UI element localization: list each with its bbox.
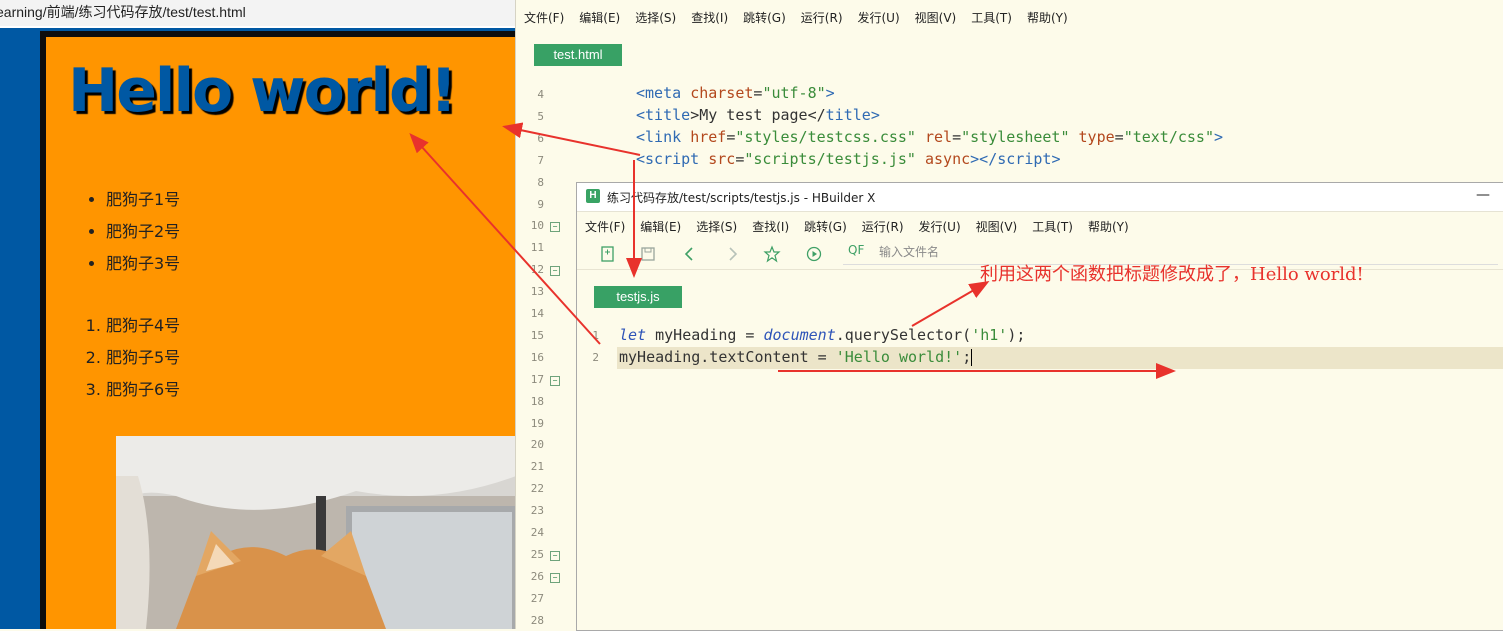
line-number: 8 bbox=[537, 176, 544, 189]
line-number: 27 bbox=[530, 592, 544, 605]
fold-toggle-icon[interactable]: − bbox=[550, 222, 560, 232]
line-number: 9 bbox=[537, 198, 544, 211]
menu-bar: 文件(F) 编辑(E) 选择(S) 查找(I) 跳转(G) 运行(R) 发行(U… bbox=[524, 9, 1083, 26]
list-item: 肥狗子3号 bbox=[106, 248, 180, 280]
line-number: 15 bbox=[530, 329, 544, 342]
forward-icon[interactable] bbox=[723, 245, 741, 263]
line-number: 21 bbox=[530, 460, 544, 473]
line-number: 25 bbox=[530, 548, 544, 561]
menu-goto[interactable]: 跳转(G) bbox=[804, 218, 847, 235]
js-code-line-2[interactable]: myHeading.textContent = 'Hello world!'; bbox=[619, 348, 973, 366]
fold-toggle-icon[interactable]: − bbox=[550, 573, 560, 583]
ordered-list: 肥狗子4号 肥狗子5号 肥狗子6号 bbox=[68, 310, 180, 406]
line-number: 5 bbox=[537, 110, 544, 123]
cat-photo bbox=[116, 436, 515, 629]
line-number: 10 bbox=[530, 219, 544, 232]
cat-photo-illustration bbox=[116, 436, 515, 629]
file-search-input[interactable] bbox=[879, 243, 1479, 261]
menu-file[interactable]: 文件(F) bbox=[524, 9, 564, 26]
window-title: 练习代码存放/test/scripts/testjs.js - HBuilder… bbox=[607, 191, 876, 205]
code-line-4: <meta charset="utf-8"> bbox=[636, 84, 835, 102]
tab-testjs[interactable]: testjs.js bbox=[594, 286, 682, 308]
run-icon[interactable] bbox=[805, 245, 823, 263]
fold-toggle-icon[interactable]: − bbox=[550, 266, 560, 276]
line-number: 24 bbox=[530, 526, 544, 539]
text-cursor bbox=[971, 349, 973, 366]
annotation-text: 利用这两个函数把标题修改成了，Hello world! bbox=[980, 264, 1364, 285]
search-icon: QF bbox=[848, 243, 865, 257]
line-number: 11 bbox=[530, 241, 544, 254]
menu-view[interactable]: 视图(V) bbox=[915, 9, 957, 26]
menu-view[interactable]: 视图(V) bbox=[976, 218, 1018, 235]
line-number: 26 bbox=[530, 570, 544, 583]
back-icon[interactable] bbox=[681, 245, 699, 263]
menu-file[interactable]: 文件(F) bbox=[585, 218, 625, 235]
new-file-icon[interactable] bbox=[599, 245, 617, 263]
line-number: 1 bbox=[592, 329, 599, 342]
menu-publish[interactable]: 发行(U) bbox=[919, 218, 961, 235]
editor-front-window: H 练习代码存放/test/scripts/testjs.js - HBuild… bbox=[576, 182, 1503, 631]
hbuilder-logo-icon: H bbox=[586, 189, 600, 203]
line-number: 7 bbox=[537, 154, 544, 167]
star-icon[interactable] bbox=[763, 245, 781, 263]
title-bar: H 练习代码存放/test/scripts/testjs.js - HBuild… bbox=[577, 183, 1503, 212]
browser-preview: earning/前端/练习代码存放/test/test.html Hello w… bbox=[0, 0, 515, 629]
save-icon[interactable] bbox=[639, 245, 657, 263]
minimize-icon[interactable]: — bbox=[1476, 187, 1490, 203]
page-heading: Hello world! bbox=[68, 56, 457, 126]
address-text: earning/前端/练习代码存放/test/test.html bbox=[0, 4, 246, 20]
js-code-line-1: let myHeading = document.querySelector('… bbox=[619, 326, 1026, 344]
menu-goto[interactable]: 跳转(G) bbox=[743, 9, 786, 26]
line-number: 2 bbox=[592, 351, 599, 364]
line-number: 6 bbox=[537, 132, 544, 145]
menu-run[interactable]: 运行(R) bbox=[801, 9, 843, 26]
address-bar[interactable]: earning/前端/练习代码存放/test/test.html bbox=[0, 0, 515, 26]
line-number: 22 bbox=[530, 482, 544, 495]
list-item: 肥狗子4号 bbox=[106, 310, 180, 342]
menu-bar: 文件(F) 编辑(E) 选择(S) 查找(I) 跳转(G) 运行(R) 发行(U… bbox=[585, 218, 1144, 235]
menu-help[interactable]: 帮助(Y) bbox=[1088, 218, 1129, 235]
line-number: 18 bbox=[530, 395, 544, 408]
line-number: 14 bbox=[530, 307, 544, 320]
line-number: 23 bbox=[530, 504, 544, 517]
line-number: 12 bbox=[530, 263, 544, 276]
code-line-5: <title>My test page</title> bbox=[636, 106, 880, 124]
list-item: 肥狗子6号 bbox=[106, 374, 180, 406]
line-number: 28 bbox=[530, 614, 544, 627]
unordered-list: 肥狗子1号 肥狗子2号 肥狗子3号 bbox=[68, 184, 180, 280]
line-number: 4 bbox=[537, 88, 544, 101]
menu-find[interactable]: 查找(I) bbox=[691, 9, 728, 26]
menu-publish[interactable]: 发行(U) bbox=[858, 9, 900, 26]
menu-select[interactable]: 选择(S) bbox=[696, 218, 737, 235]
tab-test-html[interactable]: test.html bbox=[534, 44, 622, 66]
menu-edit[interactable]: 编辑(E) bbox=[579, 9, 620, 26]
menu-find[interactable]: 查找(I) bbox=[752, 218, 789, 235]
line-number: 16 bbox=[530, 351, 544, 364]
menu-edit[interactable]: 编辑(E) bbox=[640, 218, 681, 235]
menu-run[interactable]: 运行(R) bbox=[862, 218, 904, 235]
line-number: 20 bbox=[530, 438, 544, 451]
fold-toggle-icon[interactable]: − bbox=[550, 551, 560, 561]
code-line-6: <link href="styles/testcss.css" rel="sty… bbox=[636, 128, 1224, 146]
fold-toggle-icon[interactable]: − bbox=[550, 376, 560, 386]
menu-tools[interactable]: 工具(T) bbox=[971, 9, 1012, 26]
line-number: 19 bbox=[530, 417, 544, 430]
list-item: 肥狗子5号 bbox=[106, 342, 180, 374]
menu-select[interactable]: 选择(S) bbox=[635, 9, 676, 26]
list-item: 肥狗子1号 bbox=[106, 184, 180, 216]
list-item: 肥狗子2号 bbox=[106, 216, 180, 248]
line-number: 13 bbox=[530, 285, 544, 298]
menu-help[interactable]: 帮助(Y) bbox=[1027, 9, 1068, 26]
menu-tools[interactable]: 工具(T) bbox=[1032, 218, 1073, 235]
line-number: 17 bbox=[530, 373, 544, 386]
code-line-7: <script src="scripts/testjs.js" async></… bbox=[636, 150, 1061, 168]
